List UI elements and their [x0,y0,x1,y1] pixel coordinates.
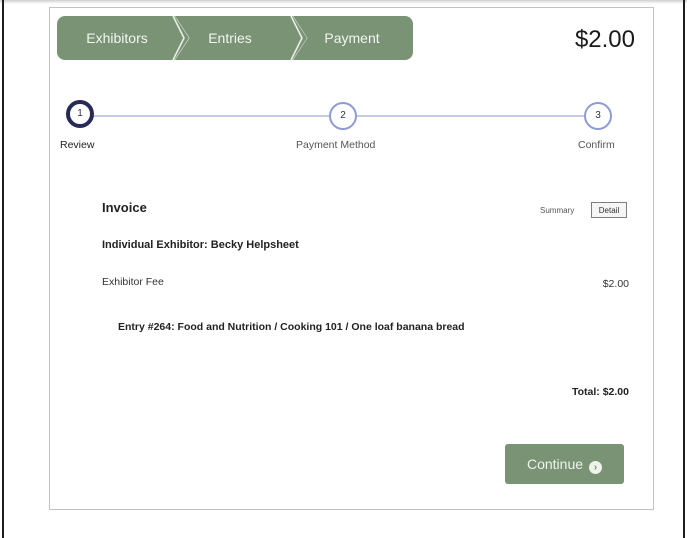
step-3-label: Confirm [578,139,615,151]
invoice-title: Invoice [102,200,147,215]
step-2-label: Payment Method [296,139,376,151]
exhibitor-name: Individual Exhibitor: Becky Helpsheet [102,239,299,251]
continue-button[interactable]: Continue › [505,444,624,484]
invoice-total: Total: $2.00 [572,386,629,398]
order-total-price: $2.00 [574,26,635,53]
chevron-right-icon [172,16,185,60]
fee-amount: $2.00 [602,278,629,290]
breadcrumb-label: Entries [208,30,252,46]
arrow-right-circle-icon: › [589,461,603,474]
entry-line-item: Entry #264: Food and Nutrition / Cooking… [118,321,465,333]
breadcrumb: Exhibitors Entries Payment [57,16,413,60]
breadcrumb-label: Payment [324,30,380,46]
checkout-card [49,7,654,510]
breadcrumb-label: Exhibitors [86,30,148,46]
fee-label: Exhibitor Fee [102,276,164,288]
detail-toggle[interactable]: Detail [591,202,627,218]
left-border [2,0,4,538]
chevron-right-icon [290,16,303,60]
page-top-edge [0,0,687,4]
summary-toggle[interactable]: Summary [540,203,574,219]
step-1-label: Review [60,139,95,151]
right-border [683,0,685,538]
step-1-indicator: 1 [66,100,94,128]
continue-label: Continue [526,456,584,472]
step-2-indicator: 2 [329,102,357,130]
step-3-indicator: 3 [584,102,612,130]
